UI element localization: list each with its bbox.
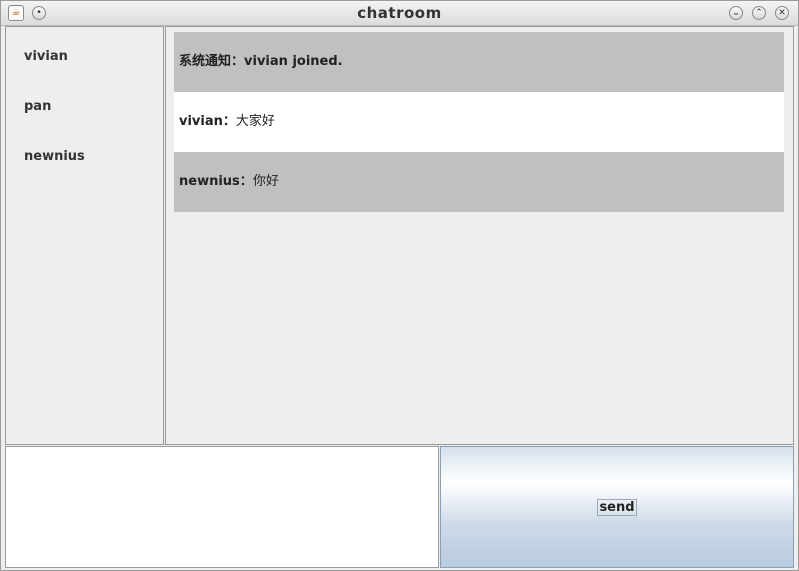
message-sender: newnius (179, 174, 240, 189)
title-bar[interactable]: ☕ • chatroom ⌄ ⌃ ✕ (1, 1, 798, 26)
send-button[interactable]: send (440, 446, 794, 568)
message-separator: ： (239, 174, 253, 189)
minimize-icon[interactable]: ⌄ (729, 6, 743, 20)
message-sender: 系统通知 (179, 54, 232, 69)
message-row: vivian：大家好 (174, 92, 784, 152)
message-text: 你好 (252, 174, 279, 189)
message-row: 系统通知：vivian joined. (174, 32, 784, 92)
message-text: 大家好 (235, 114, 275, 129)
user-list: vivian pan newnius (5, 26, 164, 445)
message-text: vivian joined. (244, 54, 343, 69)
close-icon[interactable]: ✕ (775, 6, 789, 20)
message-row: newnius：你好 (174, 152, 784, 212)
message-separator: ： (222, 114, 236, 129)
window-title: chatroom (357, 4, 442, 22)
chatroom-window: ☕ • chatroom ⌄ ⌃ ✕ vivian pan newnius 系统… (0, 0, 799, 571)
message-sender: vivian (179, 114, 223, 129)
user-item-newnius[interactable]: newnius (24, 149, 85, 164)
message-input[interactable] (5, 446, 439, 568)
maximize-icon[interactable]: ⌃ (752, 6, 766, 20)
user-item-vivian[interactable]: vivian (24, 49, 68, 64)
message-separator: ： (231, 54, 245, 69)
message-list: 系统通知：vivian joined. vivian：大家好 newnius：你… (165, 26, 794, 445)
user-item-pan[interactable]: pan (24, 99, 51, 114)
send-button-label: send (597, 498, 637, 516)
